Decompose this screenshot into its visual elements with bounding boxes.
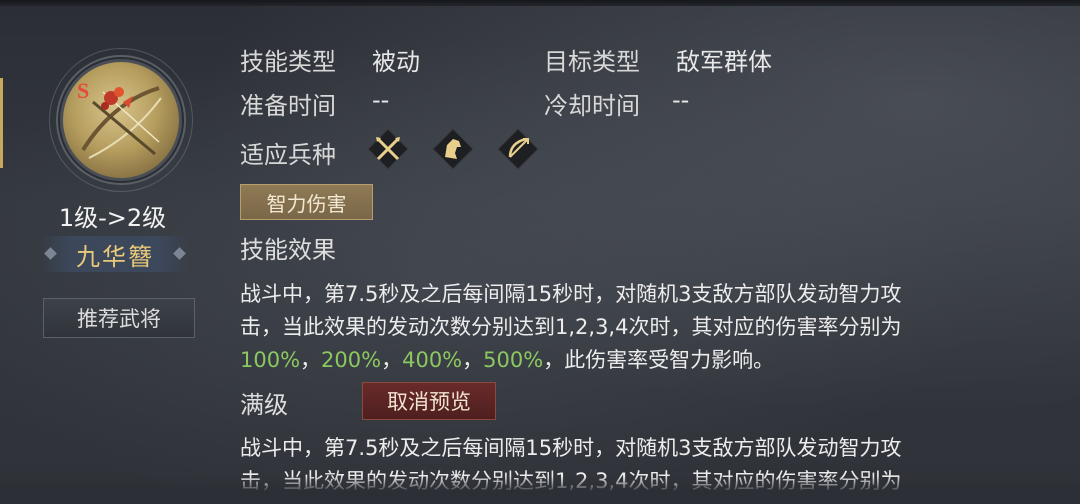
level-change-text: 1级->2级 <box>58 204 167 232</box>
archer-icon <box>497 128 539 170</box>
target-type-value: 敌军群体 <box>676 48 772 76</box>
rate-separator: ， <box>462 348 484 372</box>
crossbow-skill-icon[interactable]: S <box>49 48 193 192</box>
troop-type-label: 适应兵种 <box>240 141 336 169</box>
cancel-preview-button[interactable]: 取消预览 <box>362 382 496 420</box>
effect-line-2: 击，当此效果的发动次数分别达到1,2,3,4次时，其对应的伤害率分别为 <box>240 315 902 339</box>
max-level-title: 满级 <box>240 391 288 419</box>
top-divider <box>0 0 1080 6</box>
crossbow-art: S <box>77 78 162 159</box>
scroll-fade <box>0 476 1080 504</box>
recommend-generals-button[interactable]: 推荐武将 <box>43 298 195 338</box>
cooldown-label: 冷却时间 <box>544 92 640 120</box>
skill-grade-badge: S <box>77 78 89 103</box>
intelligence-damage-tag: 智力伤害 <box>240 184 373 220</box>
skill-name: 九华簪 <box>76 242 154 271</box>
prep-time-value: -- <box>372 86 390 114</box>
effect-line-1: 战斗中，第7.5秒及之后每间隔15秒时，对随机3支敌方部队发动智力攻 <box>240 282 902 306</box>
selection-accent <box>0 78 3 168</box>
rate-value-2: 200% <box>321 348 382 372</box>
spear-icon <box>367 128 409 170</box>
rate-value-4: 500% <box>483 348 544 372</box>
skill-name-plate: 九华簪 <box>40 236 190 272</box>
rate-separator: ， <box>300 348 322 372</box>
skill-effect-title: 技能效果 <box>240 236 336 264</box>
cooldown-value: -- <box>672 86 690 114</box>
skill-type-value: 被动 <box>372 48 420 76</box>
target-type-label: 目标类型 <box>544 48 640 76</box>
rate-separator: ， <box>381 348 403 372</box>
effect-tail: ，此伤害率受智力影响。 <box>543 348 775 372</box>
skill-type-label: 技能类型 <box>240 48 336 76</box>
max-line-1: 战斗中，第7.5秒及之后每间隔15秒时，对随机3支敌方部队发动智力攻 <box>240 436 902 460</box>
cavalry-icon <box>432 128 474 170</box>
rate-value-3: 400% <box>402 348 463 372</box>
skill-detail-panel: S 1级->2级 九华簪 推荐武将 技能类型 被动 目标类型 敌军群体 准备时间… <box>0 0 1080 504</box>
prep-time-label: 准备时间 <box>240 92 336 120</box>
rate-value-1: 100% <box>240 348 301 372</box>
skill-effect-description: 战斗中，第7.5秒及之后每间隔15秒时，对随机3支敌方部队发动智力攻 击，当此效… <box>240 278 1040 377</box>
effect-line-3: 100%，200%，400%，500%，此伤害率受智力影响。 <box>240 344 1040 377</box>
